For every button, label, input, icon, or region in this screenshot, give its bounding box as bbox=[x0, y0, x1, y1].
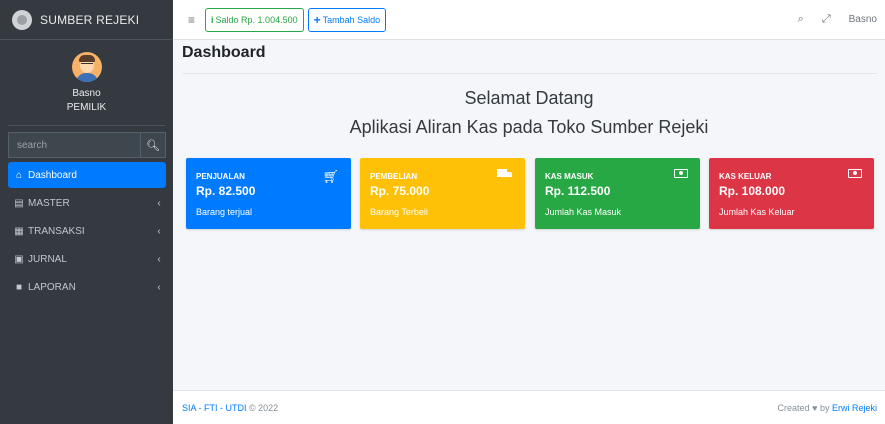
sidebar-item-dashboard[interactable]: ⌂ Dashboard bbox=[8, 162, 166, 188]
box-subtitle: Jumlah Kas Keluar bbox=[719, 207, 795, 217]
navbar-username[interactable]: Basno bbox=[849, 14, 877, 25]
sidebar-item-label: LAPORAN bbox=[28, 281, 76, 293]
footer: SIA - FTI - UTDI © 2022 Created ♥ by Erw… bbox=[173, 390, 885, 424]
search-button[interactable]: 🔍︎ bbox=[140, 132, 166, 158]
page-title: Dashboard bbox=[182, 44, 266, 61]
box-subtitle: Jumlah Kas Masuk bbox=[545, 207, 622, 217]
file-icon: ■ bbox=[15, 281, 23, 293]
footer-author-link[interactable]: Erwi Rejeki bbox=[832, 403, 877, 413]
brand-link[interactable]: SUMBER REJEKI bbox=[0, 0, 173, 40]
menu-toggle-icon[interactable]: ≡ bbox=[188, 13, 195, 27]
navbar-right: ⌕ ⤢ Basno bbox=[798, 13, 877, 26]
box-value: Rp. 112.500 bbox=[545, 184, 611, 198]
search-icon: 🔍︎ bbox=[146, 139, 160, 152]
truck-icon bbox=[497, 169, 513, 179]
summary-box-pembelian[interactable]: PEMBELIAN Rp. 75.000 Barang Terbeli bbox=[360, 158, 525, 229]
footer-by: by bbox=[819, 402, 830, 413]
avatar[interactable] bbox=[71, 52, 102, 82]
box-value: Rp. 108.000 bbox=[719, 184, 786, 198]
box-label: PEMBELIAN bbox=[370, 172, 418, 181]
box-label: PENJUALAN bbox=[196, 172, 245, 181]
box-label: KAS KELUAR bbox=[719, 172, 772, 181]
summary-box-kas-keluar[interactable]: KAS KELUAR Rp. 108.000 Jumlah Kas Keluar bbox=[709, 158, 874, 229]
summary-box-kas-masuk[interactable]: KAS MASUK Rp. 112.500 Jumlah Kas Masuk bbox=[535, 158, 700, 229]
chevron-left-icon: ‹ bbox=[157, 197, 161, 209]
footer-credit: Created ♥ by Erwi Rejeki bbox=[778, 403, 877, 413]
box-value: Rp. 75.000 bbox=[370, 184, 430, 198]
table-icon: ▦ bbox=[14, 225, 24, 237]
sidebar-item-label: TRANSAKSI bbox=[28, 225, 85, 237]
plus-icon: + bbox=[313, 12, 321, 27]
summary-box-penjualan[interactable]: PENJUALAN Rp. 82.500 Barang terjual 🛒︎ bbox=[186, 158, 351, 229]
sidebar-item-laporan[interactable]: ■ LAPORAN ‹ bbox=[8, 274, 166, 300]
footer-created: Created bbox=[777, 402, 810, 413]
chevron-left-icon: ‹ bbox=[157, 225, 161, 237]
user-panel: Basno PEMILIK bbox=[8, 40, 165, 126]
sidebar-item-label: MASTER bbox=[28, 197, 70, 209]
saldo-button[interactable]: i Saldo Rp. 1.004.500 bbox=[205, 7, 304, 32]
sidebar-item-transaksi[interactable]: ▦ TRANSAKSI ‹ bbox=[8, 218, 166, 244]
box-subtitle: Barang terjual bbox=[196, 207, 253, 217]
tambah-saldo-label: Tambah Saldo bbox=[322, 14, 381, 25]
box-value: Rp. 82.500 bbox=[196, 184, 256, 198]
sidebar-item-master[interactable]: ▤ MASTER ‹ bbox=[8, 190, 166, 216]
footer-copyright: SIA - FTI - UTDI © 2022 bbox=[182, 403, 278, 413]
info-icon: i bbox=[211, 14, 214, 25]
box-label: KAS MASUK bbox=[545, 172, 594, 181]
sidebar-item-label: Dashboard bbox=[28, 169, 77, 181]
sidebar: SUMBER REJEKI Basno PEMILIK search 🔍︎ ⌂ … bbox=[0, 0, 173, 424]
saldo-label: Saldo Rp. 1.004.500 bbox=[215, 14, 298, 25]
heart-icon: ♥ bbox=[812, 402, 818, 413]
journal-icon: ▣ bbox=[14, 253, 24, 265]
brand-name: SUMBER REJEKI bbox=[40, 12, 140, 27]
shopping-cart-icon: 🛒︎ bbox=[322, 169, 339, 184]
sidebar-search: search 🔍︎ bbox=[8, 132, 166, 158]
welcome-heading: Selamat Datang bbox=[464, 88, 594, 108]
money-bill-icon bbox=[674, 169, 688, 178]
sidebar-item-label: JURNAL bbox=[28, 253, 67, 265]
search-icon[interactable]: ⌕ bbox=[798, 13, 804, 26]
fullscreen-icon[interactable]: ⤢ bbox=[822, 13, 831, 26]
sidebar-item-jurnal[interactable]: ▣ JURNAL ‹ bbox=[8, 246, 166, 272]
welcome-subheading: Aplikasi Aliran Kas pada Toko Sumber Rej… bbox=[349, 117, 709, 137]
sidebar-nav: ⌂ Dashboard ▤ MASTER ‹ ▦ TRANSAKSI ‹ ▣ J… bbox=[8, 162, 166, 302]
divider bbox=[182, 73, 877, 74]
tambah-saldo-button[interactable]: + Tambah Saldo bbox=[307, 7, 387, 32]
search-input[interactable]: search bbox=[8, 132, 140, 158]
home-icon: ⌂ bbox=[15, 169, 23, 181]
footer-year: © 2022 bbox=[249, 402, 279, 413]
database-icon: ▤ bbox=[14, 197, 24, 209]
money-bill-icon bbox=[848, 169, 862, 178]
user-role: PEMILIK bbox=[66, 102, 107, 113]
footer-org-link[interactable]: SIA - FTI - UTDI bbox=[182, 403, 247, 413]
brand-logo-icon bbox=[12, 9, 32, 30]
chevron-left-icon: ‹ bbox=[157, 253, 161, 265]
box-subtitle: Barang Terbeli bbox=[370, 207, 428, 217]
top-navbar: ≡ i Saldo Rp. 1.004.500 + Tambah Saldo ⌕… bbox=[173, 0, 885, 40]
user-name[interactable]: Basno bbox=[72, 88, 100, 99]
chevron-left-icon: ‹ bbox=[157, 281, 161, 293]
